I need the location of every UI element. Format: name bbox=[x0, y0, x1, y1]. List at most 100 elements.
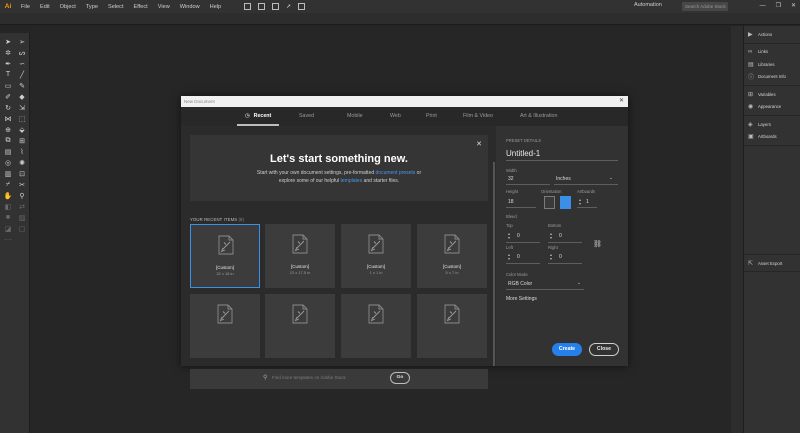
line-tool-icon[interactable]: ╱ bbox=[16, 70, 28, 79]
chain-link-icon[interactable]: ⛓ bbox=[593, 240, 602, 248]
paintbrush-tool-icon[interactable]: ✎ bbox=[16, 81, 28, 90]
landscape-orientation-button[interactable] bbox=[560, 196, 571, 209]
recent-item-card[interactable]: [Custom] 1 x 1 in bbox=[341, 224, 411, 288]
type-tool-icon[interactable]: T bbox=[2, 70, 14, 79]
tab-print[interactable]: Print bbox=[426, 107, 437, 126]
maximize-icon[interactable]: ❐ bbox=[776, 0, 781, 13]
grid-icon[interactable] bbox=[272, 3, 280, 10]
scale-tool-icon[interactable]: ⇲ bbox=[16, 103, 28, 112]
height-field[interactable]: 18 bbox=[508, 199, 514, 205]
close-button[interactable]: Close bbox=[589, 343, 619, 356]
magic-wand-tool-icon[interactable]: ✲ bbox=[2, 48, 14, 57]
menu-select[interactable]: Select bbox=[103, 4, 129, 10]
screen-mode-icon[interactable]: ▢ bbox=[16, 224, 28, 233]
left-stepper[interactable]: ▴ ▾ bbox=[508, 253, 510, 261]
artboard-tool-icon[interactable]: ⊡ bbox=[16, 169, 28, 178]
chevron-down-icon[interactable]: ⌄ bbox=[577, 280, 581, 286]
dialog-close-icon[interactable]: ✕ bbox=[619, 96, 624, 107]
workspace-switcher[interactable]: Automation bbox=[634, 2, 662, 8]
chevron-down-icon[interactable]: ⌄ bbox=[609, 175, 613, 181]
recent-item-card[interactable] bbox=[265, 294, 335, 358]
gpu-rocket-icon[interactable]: ➚ bbox=[286, 3, 291, 10]
width-field[interactable]: 32 bbox=[508, 176, 514, 182]
curvature-tool-icon[interactable]: ∽ bbox=[16, 59, 28, 68]
draw-mode-icon[interactable]: ◪ bbox=[2, 224, 14, 233]
symbol-sprayer-tool-icon[interactable]: ✺ bbox=[16, 158, 28, 167]
free-transform-tool-icon[interactable]: ⬚ bbox=[16, 114, 28, 123]
fill-stroke-icon[interactable]: ◧ bbox=[2, 202, 14, 211]
panel-asset-export[interactable]: ⇱ Asset Export bbox=[744, 255, 800, 271]
minimize-icon[interactable]: — bbox=[760, 0, 766, 13]
right-stepper[interactable]: ▴ ▾ bbox=[550, 253, 552, 261]
panel-actions[interactable]: ▶ Actions bbox=[744, 28, 800, 41]
blend-tool-icon[interactable]: ◎ bbox=[2, 158, 14, 167]
slice-tool-icon[interactable]: ⌿ bbox=[2, 180, 14, 189]
mesh-tool-icon[interactable]: ⊞ bbox=[16, 136, 28, 145]
templates-link[interactable]: templates bbox=[341, 178, 363, 184]
artboards-field[interactable]: 1 bbox=[586, 199, 589, 205]
create-button[interactable]: Create bbox=[552, 343, 582, 356]
edit-toolbar-icon[interactable]: ⋯ bbox=[2, 235, 14, 244]
perspective-grid-tool-icon[interactable]: ⧉ bbox=[2, 136, 14, 145]
top-stepper[interactable]: ▴ ▾ bbox=[508, 232, 510, 240]
shape-builder-tool-icon[interactable]: ⊕ bbox=[2, 125, 14, 134]
eraser-tool-icon[interactable]: ◆ bbox=[16, 92, 28, 101]
menu-view[interactable]: View bbox=[153, 4, 175, 10]
hand-tool-icon[interactable]: ✋ bbox=[2, 191, 14, 200]
menu-effect[interactable]: Effect bbox=[129, 4, 153, 10]
template-search-input[interactable]: Find more templates on Adobe Stock bbox=[272, 375, 346, 380]
left-field[interactable]: 0 bbox=[517, 254, 520, 260]
go-button[interactable]: Go bbox=[390, 372, 410, 384]
width-tool-icon[interactable]: ⋈ bbox=[2, 114, 14, 123]
stock-icon[interactable] bbox=[258, 3, 266, 10]
panel-layers[interactable]: ◈ Layers bbox=[744, 118, 800, 131]
menu-edit[interactable]: Edit bbox=[35, 4, 55, 10]
recent-scrollbar[interactable] bbox=[493, 162, 495, 366]
tab-film-video[interactable]: Film & Video bbox=[463, 107, 493, 126]
panel-libraries[interactable]: ▤ Libraries bbox=[744, 58, 800, 71]
tab-web[interactable]: Web bbox=[390, 107, 401, 126]
menu-help[interactable]: Help bbox=[205, 4, 227, 10]
scissors-tool-icon[interactable]: ✂ bbox=[16, 180, 28, 189]
tab-saved[interactable]: Saved bbox=[299, 107, 314, 126]
recent-item-card[interactable] bbox=[417, 294, 487, 358]
live-paint-tool-icon[interactable]: ⬙ bbox=[16, 125, 28, 134]
direct-selection-tool-icon[interactable]: ➢ bbox=[16, 37, 28, 46]
color-mode-icon[interactable]: ■ bbox=[2, 213, 14, 222]
panel-document-info[interactable]: ⓘ Document Info bbox=[744, 71, 800, 84]
panel-variables[interactable]: ⊞ Variables bbox=[744, 88, 800, 101]
recent-item-card[interactable]: [Custom] 23 x 17.5 in bbox=[265, 224, 335, 288]
shaper-tool-icon[interactable]: ✐ bbox=[2, 92, 14, 101]
bridge-icon[interactable] bbox=[244, 3, 252, 10]
document-name-field[interactable]: Untitled-1 bbox=[506, 149, 540, 158]
panel-links[interactable]: ∞ Links bbox=[744, 46, 800, 59]
gradient-mode-icon[interactable]: ▨ bbox=[16, 213, 28, 222]
eyedropper-tool-icon[interactable]: ⌇ bbox=[16, 147, 28, 156]
units-select[interactable]: Inches bbox=[556, 176, 571, 182]
tab-recent[interactable]: ◷ Recent bbox=[236, 107, 280, 126]
column-graph-tool-icon[interactable]: ▥ bbox=[2, 169, 14, 178]
panel-artboards[interactable]: ▣ Artboards bbox=[744, 131, 800, 144]
recent-item-card[interactable] bbox=[341, 294, 411, 358]
menu-window[interactable]: Window bbox=[175, 4, 205, 10]
menu-type[interactable]: Type bbox=[81, 4, 103, 10]
rotate-tool-icon[interactable]: ↻ bbox=[2, 103, 14, 112]
artboards-stepper[interactable]: ▴ ▾ bbox=[579, 198, 581, 206]
portrait-orientation-button[interactable] bbox=[544, 196, 555, 209]
panel-appearance[interactable]: ◉ Appearance bbox=[744, 101, 800, 114]
pen-tool-icon[interactable]: ✒ bbox=[2, 59, 14, 68]
recent-item-card[interactable]: [Custom] 32 x 18 in bbox=[190, 224, 260, 288]
gradient-tool-icon[interactable]: ▤ bbox=[2, 147, 14, 156]
stock-search-input[interactable]: Search Adobe Stock bbox=[682, 2, 728, 11]
zoom-tool-icon[interactable]: ⚲ bbox=[16, 191, 28, 200]
close-icon[interactable]: ✕ bbox=[791, 0, 796, 13]
color-mode-select[interactable]: RGB Color bbox=[508, 281, 532, 287]
rectangle-tool-icon[interactable]: ▭ bbox=[2, 81, 14, 90]
recent-item-card[interactable]: [Custom] 5 x 7 in bbox=[417, 224, 487, 288]
right-field[interactable]: 0 bbox=[559, 254, 562, 260]
tab-mobile[interactable]: Mobile bbox=[347, 107, 363, 126]
recent-item-card[interactable] bbox=[190, 294, 260, 358]
bottom-field[interactable]: 0 bbox=[559, 233, 562, 239]
banner-close-icon[interactable]: ✕ bbox=[476, 140, 482, 148]
arrange-icon[interactable] bbox=[298, 3, 306, 10]
